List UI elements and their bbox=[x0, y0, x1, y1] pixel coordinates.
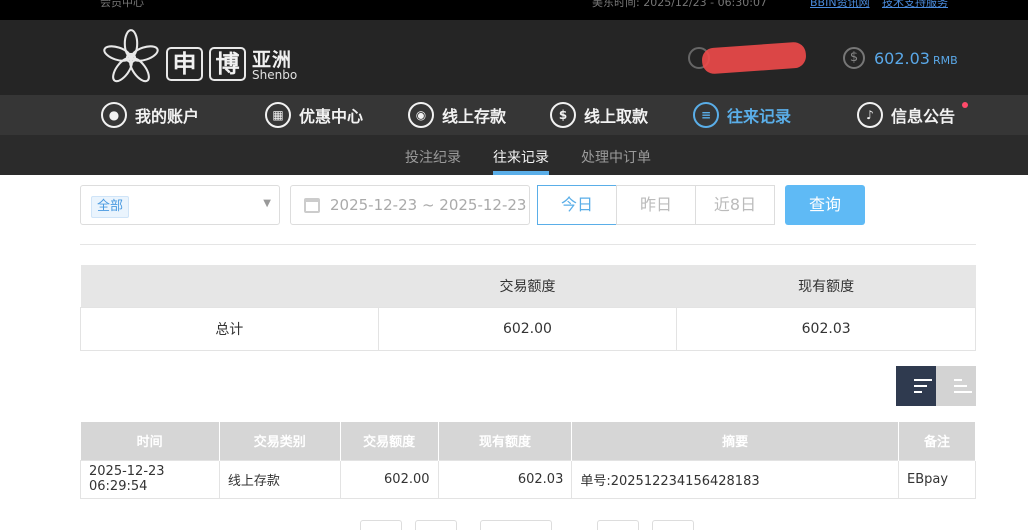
query-button[interactable]: 查询 bbox=[785, 185, 865, 225]
records-header: 现有额度 bbox=[438, 422, 573, 460]
subnav-transaction-records[interactable]: 往来记录 bbox=[493, 147, 549, 167]
pager-next-button[interactable] bbox=[597, 520, 639, 530]
records-header: 摘要 bbox=[571, 422, 900, 460]
nav-label: 线上取款 bbox=[584, 107, 649, 126]
flower-logo-icon bbox=[103, 29, 159, 83]
pager-first-button[interactable] bbox=[360, 520, 402, 530]
records-header: 备注 bbox=[898, 422, 976, 460]
record-amount: 602.00 bbox=[339, 459, 439, 499]
nav-online-withdraw[interactable]: $ 线上取款 bbox=[550, 95, 648, 135]
records-table: 时间 交易类别 交易额度 现有额度 摘要 备注 2025-12-23 06:29… bbox=[80, 422, 976, 499]
nav-label: 信息公告 bbox=[891, 107, 956, 126]
summary-cell: 总计 bbox=[80, 306, 379, 351]
logo-shenbo-text: Shenbo bbox=[252, 68, 298, 82]
date-range-input[interactable]: 2025-12-23 ~ 2025-12-23 bbox=[290, 185, 530, 225]
divider bbox=[80, 244, 976, 245]
nav-label: 线上存款 bbox=[442, 107, 507, 126]
calendar-icon bbox=[304, 198, 320, 213]
selected-type-tag: 全部 bbox=[91, 196, 130, 218]
date-range-value: 2025-12-23 ~ 2025-12-23 bbox=[330, 196, 527, 214]
person-icon: ● bbox=[101, 102, 127, 128]
record-type: 线上存款 bbox=[218, 459, 341, 499]
records-header-row: 时间 交易类别 交易额度 现有额度 摘要 备注 bbox=[80, 422, 976, 460]
today-button[interactable]: 今日 bbox=[537, 185, 617, 225]
logo-char-shen: 申 bbox=[166, 47, 203, 81]
redacted-username bbox=[701, 41, 807, 75]
records-header: 交易额度 bbox=[340, 422, 439, 460]
balance-display: 602.03 RMB bbox=[874, 49, 958, 68]
dollar-icon: $ bbox=[843, 47, 865, 69]
summary-header bbox=[80, 265, 379, 307]
eastern-time: 美东时间: 2025/12/23 - 06:30:07 bbox=[592, 0, 767, 9]
records-header: 时间 bbox=[80, 422, 220, 460]
nav-label: 往来记录 bbox=[727, 107, 792, 126]
record-balance: 602.03 bbox=[437, 459, 573, 499]
gift-icon: ▦ bbox=[265, 102, 291, 128]
bbin-news-link[interactable]: BBIN资讯网 bbox=[810, 0, 870, 10]
record-remark: EBpay bbox=[898, 459, 976, 499]
summary-header-row: 交易额度 现有额度 bbox=[80, 265, 976, 307]
nav-label: 优惠中心 bbox=[299, 107, 364, 126]
active-tab-underline bbox=[493, 171, 549, 175]
transaction-type-select[interactable]: 全部 ▼ bbox=[80, 185, 280, 225]
currency-unit: RMB bbox=[932, 54, 958, 67]
sort-descending-icon[interactable] bbox=[896, 366, 936, 406]
nav-online-deposit[interactable]: ◉ 线上存款 bbox=[408, 95, 506, 135]
withdraw-icon: $ bbox=[550, 102, 576, 128]
top-strip: 会员中心 美东时间: 2025/12/23 - 06:30:07 BBIN资讯网… bbox=[0, 0, 1028, 20]
nav-promotions[interactable]: ▦ 优惠中心 bbox=[265, 95, 363, 135]
notification-dot bbox=[962, 102, 968, 108]
pager-page-select[interactable] bbox=[480, 520, 552, 530]
nav-my-account[interactable]: ● 我的账户 bbox=[101, 95, 199, 135]
tech-support-link[interactable]: 技术支持服务 bbox=[882, 0, 948, 10]
sort-ascending-icon[interactable] bbox=[936, 366, 976, 406]
table-row: 2025-12-23 06:29:54 线上存款 602.00 602.03 单… bbox=[80, 459, 976, 499]
last-8-days-button[interactable]: 近8日 bbox=[695, 185, 775, 225]
summary-header: 现有额度 bbox=[676, 265, 976, 307]
main-nav: ● 我的账户 ▦ 优惠中心 ◉ 线上存款 $ 线上取款 ≡ 往来记录 ♪ 信息公… bbox=[0, 95, 1028, 135]
pager-prev-button[interactable] bbox=[415, 520, 457, 530]
nav-announcements[interactable]: ♪ 信息公告 bbox=[857, 95, 955, 135]
yesterday-button[interactable]: 昨日 bbox=[616, 185, 696, 225]
caret-down-icon: ▼ bbox=[263, 198, 271, 209]
records-header: 交易类别 bbox=[219, 422, 341, 460]
subnav-pending-orders[interactable]: 处理中订单 bbox=[581, 147, 651, 167]
summary-total-row: 总计 602.00 602.03 bbox=[80, 306, 976, 351]
record-summary: 单号:202512234156428183 bbox=[571, 459, 900, 499]
nav-label: 我的账户 bbox=[135, 107, 200, 126]
bell-icon: ♪ bbox=[857, 102, 883, 128]
member-center-label: 会员中心 bbox=[100, 0, 144, 9]
record-time: 2025-12-23 06:29:54 bbox=[80, 459, 220, 499]
nav-transaction-records[interactable]: ≡ 往来记录 bbox=[693, 95, 791, 135]
summary-cell: 602.00 bbox=[377, 306, 678, 351]
records-icon: ≡ bbox=[693, 102, 719, 128]
logo-char-bo: 博 bbox=[209, 47, 246, 81]
summary-table: 交易额度 现有额度 总计 602.00 602.03 bbox=[80, 265, 976, 351]
summary-header: 交易额度 bbox=[378, 265, 677, 307]
summary-cell: 602.03 bbox=[676, 306, 976, 351]
subnav-bet-records[interactable]: 投注纪录 bbox=[405, 147, 461, 167]
pager-last-button[interactable] bbox=[652, 520, 694, 530]
sub-nav: 投注纪录 往来记录 处理中订单 bbox=[0, 135, 1028, 175]
balance-amount: 602.03 bbox=[874, 49, 930, 68]
site-header: 申 博 亚洲 Shenbo $ 602.03 RMB bbox=[0, 20, 1028, 95]
deposit-icon: ◉ bbox=[408, 102, 434, 128]
